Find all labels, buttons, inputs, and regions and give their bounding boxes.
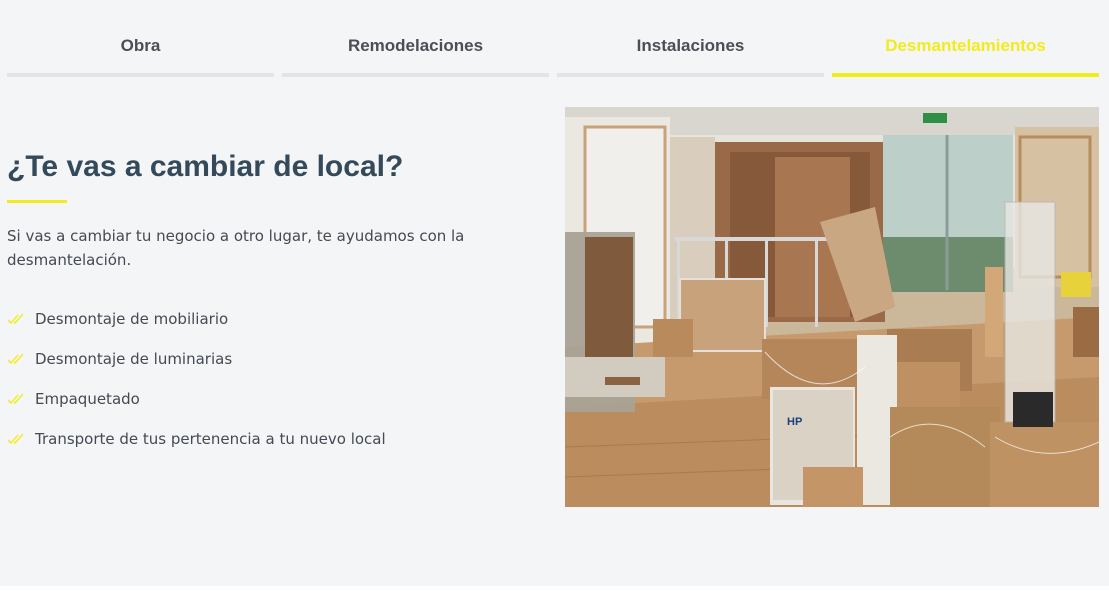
- feature-text: Desmontaje de luminarias: [35, 350, 233, 368]
- section-heading: ¿Te vas a cambiar de local?: [7, 150, 404, 183]
- double-check-icon: [7, 353, 24, 365]
- feature-text: Transporte de tus pertenencia a tu nuevo…: [35, 430, 386, 448]
- tab-desmantelamientos[interactable]: Desmantelamientos: [832, 0, 1099, 78]
- double-check-icon: [7, 433, 24, 445]
- tab-underline: [832, 73, 1099, 77]
- list-item: Desmontaje de luminarias: [7, 339, 527, 379]
- feature-text: Empaquetado: [35, 390, 140, 408]
- list-item: Desmontaje de mobiliario: [7, 299, 527, 339]
- tab-instalaciones[interactable]: Instalaciones: [557, 0, 824, 78]
- section-intro: Si vas a cambiar tu negocio a otro lugar…: [7, 227, 465, 269]
- feature-list: Desmontaje de mobiliario Desmontaje de l…: [7, 299, 527, 459]
- tab-label: Remodelaciones: [347, 36, 484, 55]
- tab-content: ¿Te vas a cambiar de local? Si vas a cam…: [7, 140, 527, 459]
- tab-label: Obra: [120, 36, 161, 55]
- feature-text: Desmontaje de mobiliario: [35, 310, 229, 328]
- box-label: HP: [787, 416, 802, 428]
- double-check-icon: [7, 393, 24, 405]
- heading-accent-rule: [7, 200, 67, 203]
- tab-obra[interactable]: Obra: [7, 0, 274, 78]
- double-check-icon: [7, 313, 24, 325]
- photo-illustration: HP: [565, 107, 1099, 507]
- service-tabs: Obra Remodelaciones Instalaciones Desman…: [0, 0, 1109, 80]
- tab-remodelaciones[interactable]: Remodelaciones: [282, 0, 549, 78]
- page-background: Obra Remodelaciones Instalaciones Desman…: [0, 0, 1109, 586]
- tab-underline: [282, 73, 549, 77]
- tab-underline: [7, 73, 274, 77]
- tab-underline: [557, 73, 824, 77]
- moving-boxes-photo: HP: [565, 107, 1099, 507]
- tab-label: Instalaciones: [636, 36, 745, 55]
- list-item: Transporte de tus pertenencia a tu nuevo…: [7, 419, 527, 459]
- tab-label: Desmantelamientos: [885, 36, 1046, 55]
- list-item: Empaquetado: [7, 379, 527, 419]
